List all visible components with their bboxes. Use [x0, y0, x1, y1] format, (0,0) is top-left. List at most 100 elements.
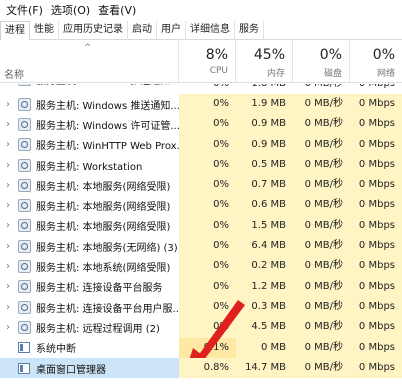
memory-value: 1.2 MB: [236, 276, 293, 297]
cpu-value: 0%: [179, 317, 236, 338]
disk-value: 0 MB/秒: [293, 215, 350, 237]
network-value: 0 Mbps: [350, 236, 402, 257]
memory-value: 0.2 MB: [236, 256, 293, 277]
menu-view[interactable]: 查看(V): [94, 2, 140, 18]
tab-processes[interactable]: 进程: [0, 21, 30, 41]
gear-icon: [18, 158, 31, 172]
disk-value: 0 MB/秒: [293, 94, 350, 115]
gear-icon: [18, 138, 31, 152]
menu-options[interactable]: 选项(O): [47, 2, 94, 18]
cpu-column-header[interactable]: 8% CPU: [179, 41, 236, 83]
process-name: 服务主机: Windows 推送通知...: [36, 84, 180, 87]
memory-value: 0 MB: [236, 337, 293, 358]
chevron-right-icon[interactable]: ›: [6, 220, 10, 231]
process-name-cell[interactable]: › 服务主机: 本地服务(网络受限): [0, 216, 179, 236]
table-row[interactable]: › 服务主机: Windows 许可证管... 0% 0.9 MB 0 MB/秒 0 Mb…: [0, 114, 402, 135]
process-name-cell[interactable]: › 服务主机: 本地服务(无网络) (3): [0, 236, 179, 256]
memory-value: 0.5 MB: [236, 154, 293, 176]
menu-file[interactable]: 文件(F): [2, 2, 47, 18]
tab-startup[interactable]: 启动: [128, 21, 157, 40]
cpu-value: 0%: [179, 94, 236, 115]
process-name-cell[interactable]: 系统中断: [0, 338, 179, 358]
disk-value: 0 MB/秒: [293, 195, 350, 216]
table-row[interactable]: › 服务主机: 本地服务(网络受限) 0% 0.6 MB 0 MB/秒 0 Mbps: [0, 195, 402, 216]
table-row[interactable]: › 服务主机: 本地系统(网络受限) 0% 0.2 MB 0 MB/秒 0 Mbps: [0, 256, 402, 277]
process-name: 服务主机: 连接设备平台用户服...: [36, 303, 183, 315]
process-name-cell[interactable]: › 服务主机: 本地系统(网络受限): [0, 256, 179, 276]
process-name-cell[interactable]: › 服务主机: 本地服务(网络受限): [0, 195, 179, 215]
process-name-cell[interactable]: › 服务主机: Workstation: [0, 155, 179, 175]
process-name-cell[interactable]: › 服务主机: Windows 许可证管...: [0, 114, 180, 134]
chevron-right-icon[interactable]: ›: [6, 84, 10, 85]
network-column-header[interactable]: 0% 网络: [350, 41, 402, 83]
tab-app-history[interactable]: 应用历史记录: [59, 21, 128, 40]
process-name: 桌面窗口管理器: [36, 364, 106, 376]
process-name-cell[interactable]: › 服务主机: 远程过程调用 (2): [0, 317, 179, 337]
disk-label: 磁盘: [323, 69, 342, 79]
memory-value: 0.6 MB: [236, 195, 293, 216]
chevron-right-icon[interactable]: ›: [6, 200, 10, 211]
disk-column-header[interactable]: 0% 磁盘: [293, 41, 350, 83]
process-name: 服务主机: WinHTTP Web Prox...: [36, 141, 187, 153]
chevron-right-icon[interactable]: ›: [6, 139, 10, 150]
process-name-cell[interactable]: › 服务主机: WinHTTP Web Prox...: [0, 135, 186, 155]
table-row[interactable]: › 服务主机: 本地服务(网络受限) 0% 0.7 MB 0 MB/秒 0 Mbps: [0, 175, 402, 196]
process-list: ›服务主机: Windows 推送通知...0%1.8 MB0 MB/秒0 Mb…: [0, 84, 402, 379]
disk-value: 0 MB/秒: [293, 357, 350, 379]
memory-column-header[interactable]: 45% 内存: [236, 41, 293, 83]
process-name: 服务主机: 本地服务(网络受限): [36, 222, 171, 234]
network-value: 0 Mbps: [350, 154, 402, 176]
table-row[interactable]: › 服务主机: Windows 推送通知... 0% 1.9 MB 0 MB/秒 0 Mb…: [0, 94, 402, 115]
disk-value: 0 MB/秒: [293, 175, 350, 196]
process-name-cell[interactable]: 桌面窗口管理器: [0, 357, 179, 379]
disk-total: 0%: [319, 47, 342, 63]
process-name: 服务主机: Windows 许可证管...: [36, 120, 180, 132]
process-name-cell[interactable]: › 服务主机: 本地服务(网络受限): [0, 175, 179, 195]
table-row[interactable]: › 服务主机: 远程过程调用 (2) 0% 4.5 MB 0 MB/秒 0 Mbps: [0, 317, 402, 338]
chevron-right-icon[interactable]: ›: [6, 180, 10, 191]
table-row[interactable]: › 服务主机: WinHTTP Web Prox... 0% 0.9 MB 0 MB/秒…: [0, 134, 402, 155]
table-row[interactable]: 桌面窗口管理器 0.8% 14.7 MB 0 MB/秒 0 Mbps: [0, 357, 402, 379]
tab-performance[interactable]: 性能: [30, 21, 59, 40]
name-column-label: 名称: [4, 70, 24, 81]
process-name: 服务主机: Windows 推送通知...: [36, 100, 180, 112]
memory-value: 1.5 MB: [236, 215, 293, 237]
chevron-right-icon[interactable]: ›: [6, 119, 10, 130]
cpu-value: 0%: [179, 134, 236, 155]
gear-icon: [18, 84, 31, 86]
gear-icon: [18, 260, 31, 274]
table-row[interactable]: › 服务主机: 本地服务(无网络) (3) 0% 6.4 MB 0 MB/秒 0 Mbps: [0, 236, 402, 257]
network-value: 0 Mbps: [350, 175, 402, 196]
tab-services[interactable]: 服务: [235, 21, 264, 40]
table-row[interactable]: ›服务主机: Windows 推送通知...0%1.8 MB0 MB/秒0 Mb…: [0, 84, 402, 94]
table-row[interactable]: › 服务主机: 连接设备平台用户服... 0% 0.3 MB 0 MB/秒 0 Mbps: [0, 296, 402, 318]
chevron-right-icon[interactable]: ›: [6, 281, 10, 292]
network-value: 0 Mbps: [350, 114, 402, 135]
process-name-cell[interactable]: › 服务主机: 连接设备平台用户服...: [0, 297, 183, 317]
chevron-right-icon[interactable]: ›: [6, 160, 10, 171]
process-name: 服务主机: 远程过程调用 (2): [36, 323, 160, 335]
gear-icon: [18, 320, 31, 334]
tab-users[interactable]: 用户: [157, 21, 186, 40]
process-name-cell[interactable]: › 服务主机: Windows 推送通知...: [0, 94, 180, 114]
memory-value: 4.5 MB: [236, 317, 293, 338]
chevron-right-icon[interactable]: ›: [6, 322, 10, 333]
process-name: 服务主机: 连接设备平台服务: [36, 283, 163, 295]
gear-icon: [18, 117, 31, 131]
name-column-header[interactable]: ^ 名称: [0, 41, 179, 83]
chevron-right-icon[interactable]: ›: [6, 302, 10, 313]
chevron-right-icon[interactable]: ›: [6, 241, 10, 252]
network-value: 0 Mbps: [350, 215, 402, 237]
chevron-right-icon[interactable]: ›: [6, 261, 10, 272]
chevron-right-icon[interactable]: ›: [6, 99, 10, 110]
cpu-value: 0.8%: [179, 357, 236, 379]
memory-total: 45%: [253, 47, 285, 63]
tab-details[interactable]: 详细信息: [186, 21, 235, 40]
table-row[interactable]: › 服务主机: 连接设备平台服务 0% 1.2 MB 0 MB/秒 0 Mbps: [0, 276, 402, 297]
table-row[interactable]: › 服务主机: 本地服务(网络受限) 0% 1.5 MB 0 MB/秒 0 Mbps: [0, 215, 402, 237]
network-label: 网络: [376, 69, 395, 79]
gear-icon: [18, 280, 31, 294]
process-name-cell[interactable]: › 服务主机: 连接设备平台服务: [0, 277, 179, 297]
table-row[interactable]: › 服务主机: Workstation 0% 0.5 MB 0 MB/秒 0 Mbps: [0, 154, 402, 176]
table-row[interactable]: 系统中断 0.1% 0 MB 0 MB/秒 0 Mbps: [0, 337, 402, 358]
